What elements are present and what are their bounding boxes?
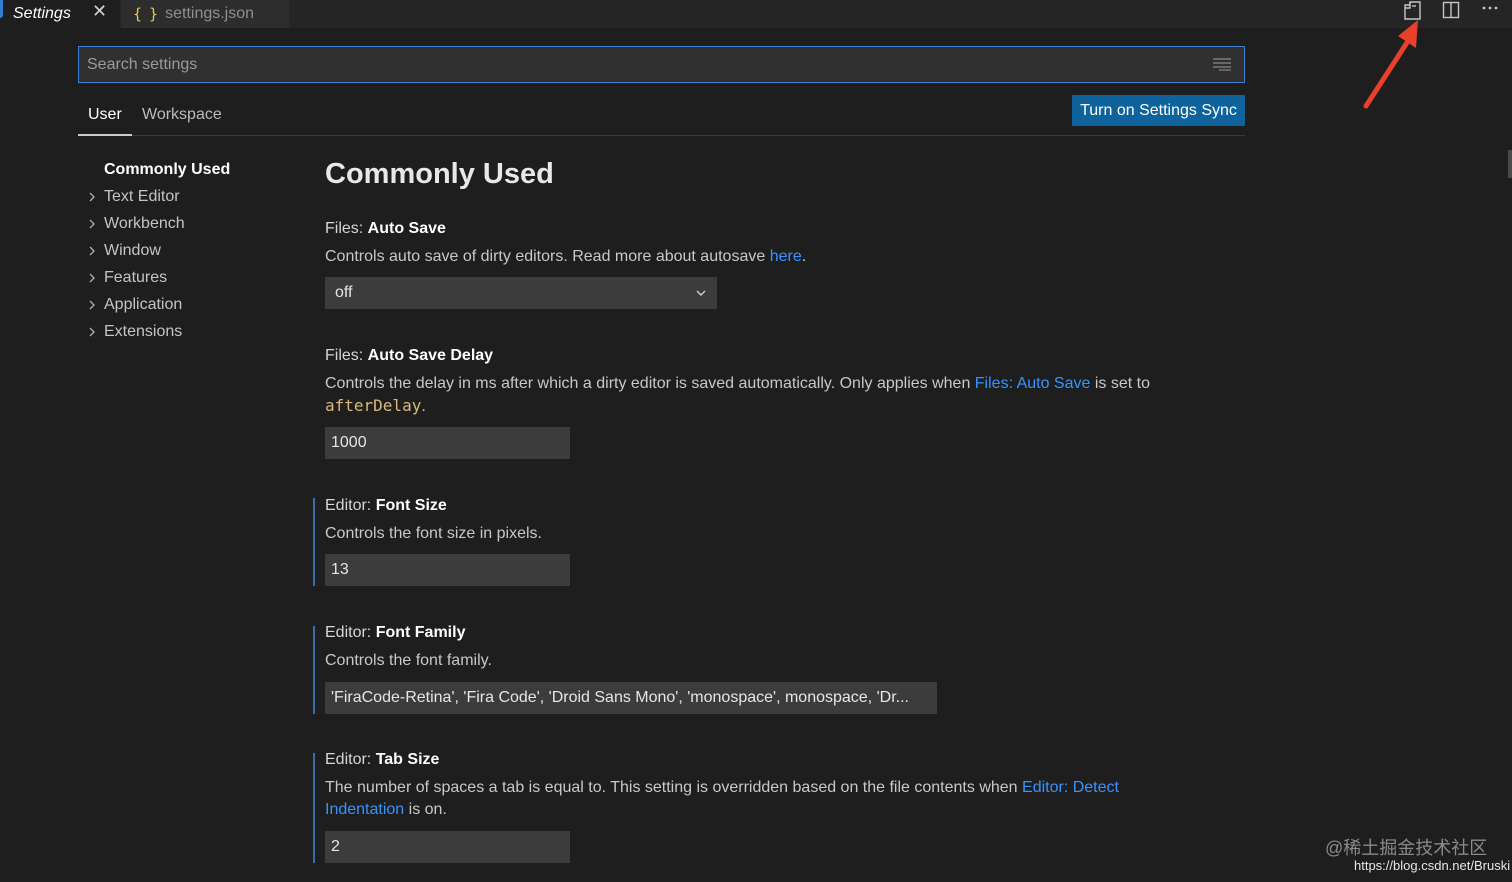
description-text: Controls the delay in ms after which a d…: [325, 375, 975, 392]
setting-editor-font-family: Editor: Font Family Controls the font fa…: [325, 624, 1225, 672]
description-text: is on.: [404, 801, 447, 818]
setting-focus-indicator: [313, 753, 315, 863]
after-delay-code: afterDelay: [325, 396, 422, 415]
auto-save-dropdown[interactable]: off: [325, 277, 717, 309]
setting-key: Font Family: [375, 624, 466, 641]
toc-item-extensions[interactable]: Extensions: [86, 318, 306, 345]
chevron-right-icon: [89, 219, 95, 228]
tab-settings-label: Settings: [13, 5, 71, 22]
setting-description: The number of spaces a tab is equal to. …: [325, 777, 1225, 821]
tab-settings-json-label: settings.json: [165, 5, 255, 22]
setting-files-auto-save-delay: Files: Auto Save Delay Controls the dela…: [325, 347, 1225, 418]
files-auto-save-link[interactable]: Files: Auto Save: [975, 375, 1091, 392]
json-file-icon: { }: [133, 5, 158, 23]
watermark: @稀土掘金技术社区: [1325, 838, 1488, 858]
toc-item-commonly-used[interactable]: Commonly Used: [86, 156, 306, 183]
setting-key: Tab Size: [375, 751, 440, 768]
close-icon[interactable]: ✕: [92, 1, 107, 22]
tab-user[interactable]: User: [78, 106, 132, 136]
toc-item-application[interactable]: Application: [86, 291, 306, 318]
tab-workspace[interactable]: Workspace: [142, 106, 222, 135]
setting-category: Files:: [325, 220, 368, 237]
more-actions-icon[interactable]: [1478, 0, 1502, 18]
setting-key: Font Size: [375, 497, 447, 514]
chevron-right-icon: [89, 192, 95, 201]
toc-item-label: Application: [104, 295, 183, 313]
setting-key: Auto Save Delay: [367, 347, 494, 364]
chevron-right-icon: [89, 300, 95, 309]
settings-scope-tabs: User Workspace: [78, 100, 1245, 136]
active-tab-indicator: [0, 0, 3, 18]
setting-title: Files: Auto Save Delay: [325, 347, 1225, 369]
chevron-right-icon: [89, 246, 95, 255]
setting-category: Editor:: [325, 751, 376, 768]
setting-description: Controls the font size in pixels.: [325, 525, 542, 542]
search-input[interactable]: [79, 47, 1244, 82]
turn-on-settings-sync-button[interactable]: Turn on Settings Sync: [1072, 95, 1245, 126]
setting-category: Editor:: [325, 624, 376, 641]
open-settings-json-icon[interactable]: [1400, 0, 1424, 20]
filter-settings-icon[interactable]: [1213, 57, 1231, 71]
description-text: is set to: [1090, 375, 1150, 392]
toc-item-label: Features: [104, 268, 168, 286]
detect-indentation-link[interactable]: Indentation: [325, 801, 404, 818]
page-title: Commonly Used: [325, 158, 554, 190]
split-editor-icon[interactable]: [1439, 0, 1463, 20]
annotation-arrow: [1363, 20, 1418, 109]
description-text: .: [421, 398, 426, 415]
setting-editor-tab-size: Editor: Tab Size The number of spaces a …: [325, 751, 1225, 821]
toc-item-label: Text Editor: [104, 187, 180, 205]
watermark-url: https://blog.csdn.net/Bruski: [1354, 858, 1511, 873]
setting-description: Controls the delay in ms after which a d…: [325, 373, 1225, 418]
description-text: .: [801, 248, 807, 265]
settings-toc: Commonly Used Text Editor Workbench Wind…: [86, 156, 306, 345]
setting-description: Controls the font family.: [325, 652, 492, 669]
toc-item-label: Commonly Used: [104, 160, 231, 178]
chevron-down-icon: [696, 290, 706, 296]
autosave-here-link[interactable]: here: [770, 248, 802, 265]
scrollbar-thumb[interactable]: [1508, 150, 1512, 178]
toc-item-label: Extensions: [104, 322, 183, 340]
auto-save-delay-input[interactable]: 1000: [325, 427, 570, 459]
toc-item-features[interactable]: Features: [86, 264, 306, 291]
setting-title: Editor: Font Family: [325, 624, 1225, 646]
setting-title: Editor: Font Size: [325, 497, 1225, 519]
chevron-right-icon: [89, 327, 95, 336]
search-settings-box[interactable]: [78, 46, 1245, 83]
setting-focus-indicator: [313, 626, 315, 714]
setting-description: Controls auto save of dirty editors. Rea…: [325, 246, 1225, 268]
description-text: The number of spaces a tab is equal to. …: [325, 779, 1023, 796]
toc-item-workbench[interactable]: Workbench: [86, 210, 306, 237]
description-text: Controls auto save of dirty editors. Rea…: [325, 248, 770, 265]
setting-editor-font-size: Editor: Font Size Controls the font size…: [325, 497, 1225, 545]
chevron-right-icon: [89, 273, 95, 282]
setting-key: Auto Save: [367, 220, 446, 237]
font-family-input[interactable]: 'FiraCode-Retina', 'Fira Code', 'Droid S…: [325, 682, 937, 714]
editor-tab-bar: Settings ✕ { } settings.json: [0, 0, 1512, 28]
tab-size-input[interactable]: 2: [325, 831, 570, 863]
setting-category: Editor:: [325, 497, 376, 514]
setting-title: Files: Auto Save: [325, 220, 1225, 242]
dropdown-value: off: [335, 284, 353, 301]
toc-item-text-editor[interactable]: Text Editor: [86, 183, 306, 210]
toc-item-window[interactable]: Window: [86, 237, 306, 264]
setting-title: Editor: Tab Size: [325, 751, 1225, 773]
detect-indentation-link[interactable]: Editor: Detect: [1022, 779, 1119, 796]
font-size-input[interactable]: 13: [325, 554, 570, 586]
tab-settings-json[interactable]: { } settings.json: [121, 0, 289, 28]
toc-item-label: Window: [104, 241, 161, 259]
tab-settings[interactable]: Settings ✕: [0, 0, 120, 28]
setting-focus-indicator: [313, 498, 315, 586]
setting-files-auto-save: Files: Auto Save Controls auto save of d…: [325, 220, 1225, 268]
setting-category: Files:: [325, 347, 368, 364]
toc-item-label: Workbench: [104, 214, 185, 232]
